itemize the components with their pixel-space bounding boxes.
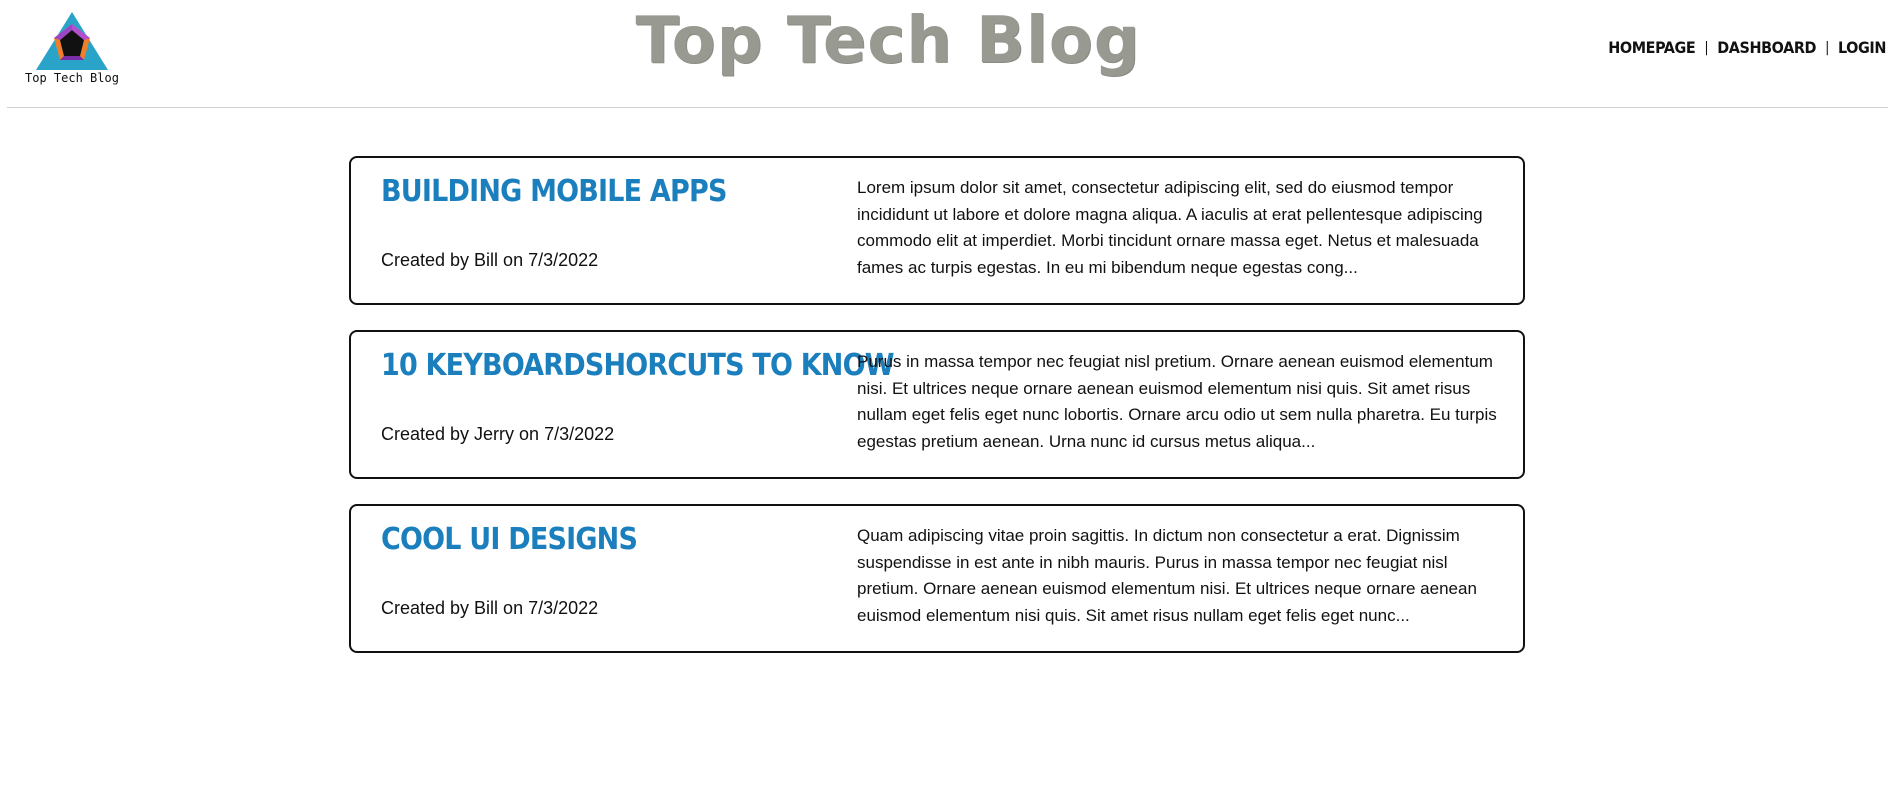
- post-excerpt: Lorem ipsum dolor sit amet, consectetur …: [857, 178, 1483, 277]
- site-header: Top Tech Blog Top Tech Blog HOMEPAGE | D…: [7, 0, 1888, 108]
- site-title: Top Tech Blog: [635, 4, 1141, 78]
- nav-homepage-link[interactable]: HOMEPAGE: [1608, 38, 1696, 57]
- post-meta: Created by Bill on 7/3/2022: [381, 250, 599, 270]
- nav-separator: |: [1704, 39, 1709, 56]
- nav-dashboard-link[interactable]: DASHBOARD: [1717, 38, 1816, 57]
- post-card[interactable]: 10 keyboardshorcuts to know Created by J…: [349, 330, 1525, 479]
- nav-login-link[interactable]: LOGIN: [1838, 38, 1886, 57]
- logo-caption: Top Tech Blog: [25, 71, 119, 85]
- post-excerpt: Quam adipiscing vitae proin sagittis. In…: [857, 526, 1477, 625]
- post-title[interactable]: 10 keyboardshorcuts to know: [381, 348, 895, 383]
- post-meta: Created by Jerry on 7/3/2022: [381, 424, 615, 444]
- post-meta: Created by Bill on 7/3/2022: [381, 598, 599, 618]
- site-logo[interactable]: Top Tech Blog: [20, 10, 124, 85]
- nav-separator: |: [1825, 39, 1829, 56]
- logo-icon: [36, 12, 108, 70]
- post-list: Building mobile apps Created by Bill on …: [349, 156, 1525, 678]
- post-title[interactable]: Building mobile apps: [381, 174, 727, 209]
- post-title[interactable]: Cool UI designs: [381, 522, 638, 557]
- post-card[interactable]: Building mobile apps Created by Bill on …: [349, 156, 1525, 305]
- post-card[interactable]: Cool UI designs Created by Bill on 7/3/2…: [349, 504, 1525, 653]
- post-excerpt: Purus in massa tempor nec feugiat nisl p…: [857, 352, 1497, 451]
- main-nav: HOMEPAGE | DASHBOARD | LOGIN: [1608, 38, 1886, 57]
